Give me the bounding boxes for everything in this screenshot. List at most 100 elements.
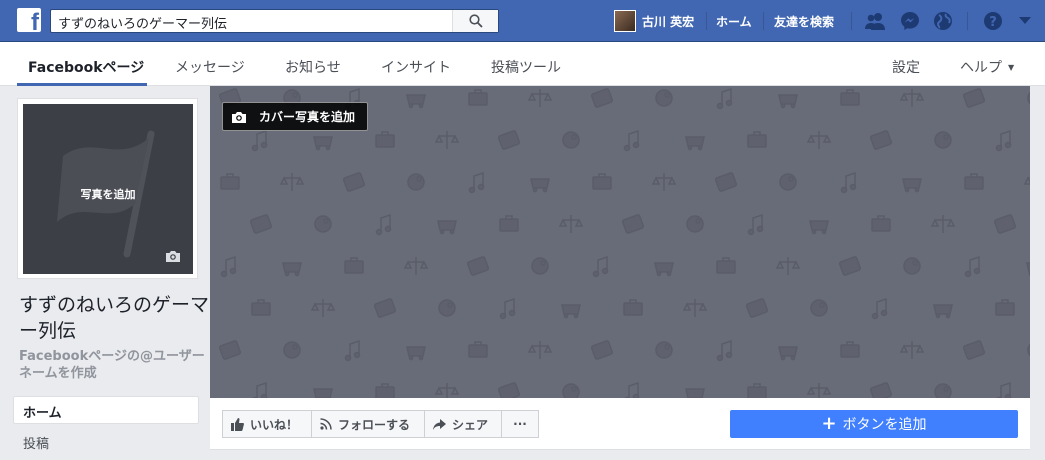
profile-link[interactable]: 古川 英宏 [614, 10, 694, 32]
cover-pattern-glyph [497, 130, 521, 150]
cover-pattern-glyph [527, 89, 553, 107]
caret-down-icon: ▼ [1008, 63, 1015, 72]
cover-pattern-glyph [747, 383, 767, 398]
cover-pattern-glyph [530, 178, 550, 193]
home-link[interactable]: ホーム [716, 13, 752, 30]
cover-pattern-glyph [934, 383, 952, 398]
search-icon [468, 14, 483, 28]
cover-pattern-glyph [438, 299, 456, 317]
cover-pattern-glyph [562, 383, 580, 398]
cover-pattern-glyph [716, 87, 733, 110]
cover-pattern-glyph [686, 215, 704, 233]
share-label: シェア [452, 417, 489, 432]
help-icon[interactable]: ? [982, 10, 1004, 32]
cover-pattern-glyph [899, 89, 925, 107]
cover-pattern-glyph [310, 299, 336, 317]
divider [763, 12, 764, 30]
add-cover-photo-button[interactable]: カバー写真を追加 [222, 102, 369, 131]
cover-pattern-glyph [993, 214, 1017, 234]
cover-pattern-glyph [1023, 176, 1030, 185]
follow-button[interactable]: フォローする [311, 410, 425, 438]
add-button-cta[interactable]: + ボタンを追加 [730, 410, 1018, 438]
like-button[interactable]: いいね！ [222, 410, 312, 438]
cover-pattern-glyph [995, 299, 1015, 316]
cover-pattern-glyph [747, 131, 767, 148]
sidebar-item-label: ホーム [23, 406, 62, 421]
cover-pattern-glyph [962, 340, 986, 360]
cover-pattern-glyph [468, 171, 485, 194]
page-navigation: Facebookページ メッセージ お知らせ インサイト 投稿ツール 設定 ヘル… [0, 42, 1045, 86]
tab-facebook-page[interactable]: Facebookページ [28, 57, 144, 77]
create-username-link[interactable]: Facebookページの@ユーザーネームを作成 [19, 348, 209, 382]
cover-pattern-glyph [590, 340, 614, 360]
cover-pattern-glyph [1026, 262, 1030, 277]
account-menu-icon[interactable] [1014, 10, 1036, 32]
active-tab-indicator [17, 83, 147, 86]
cover-pattern-glyph [434, 131, 460, 149]
more-options-button[interactable]: ··· [501, 410, 539, 438]
cover-pattern-glyph [809, 220, 829, 235]
add-button-label: ボタンを追加 [842, 417, 927, 433]
rss-icon [320, 418, 332, 430]
cover-pattern-glyph [716, 339, 733, 362]
facebook-logo-icon[interactable]: f [17, 8, 41, 32]
tab-messages[interactable]: メッセージ [175, 57, 245, 77]
cover-pattern-glyph [655, 89, 673, 107]
globe-icon[interactable] [932, 10, 954, 32]
tab-notifications[interactable]: お知らせ [285, 57, 341, 77]
cover-pattern-glyph [655, 341, 673, 359]
cover-pattern-glyph [775, 257, 801, 275]
cover-pattern-glyph [903, 257, 921, 275]
cover-pattern-glyph [902, 178, 922, 193]
cover-pattern-glyph [468, 89, 488, 106]
add-profile-photo-label[interactable]: 写真を追加 [23, 186, 193, 202]
cover-pattern-glyph [1027, 343, 1030, 357]
friend-requests-icon[interactable] [864, 10, 886, 32]
sidebar-item-posts[interactable]: 投稿 [23, 433, 49, 452]
find-friends-link[interactable]: 友達を検索 [774, 13, 834, 30]
cover-pattern-glyph [714, 172, 738, 192]
search-input[interactable]: すずのねいろのゲーマー列伝 [50, 9, 499, 33]
cover-pattern-glyph [871, 215, 891, 232]
user-name[interactable]: 古川 英宏 [642, 13, 694, 30]
divider [851, 12, 852, 30]
camera-icon[interactable] [165, 250, 181, 262]
cover-pattern-glyph [344, 339, 361, 362]
cover-pattern-glyph [871, 297, 888, 320]
top-navigation-bar: f すずのねいろのゲーマー列伝 古川 英宏 ホーム 友達を検索 ? [0, 0, 1045, 42]
share-button[interactable]: シェア [424, 410, 502, 438]
cover-pattern-glyph [778, 94, 798, 109]
cover-pattern-glyph [654, 262, 674, 277]
cover-pattern-glyph [406, 346, 426, 361]
cover-pattern-glyph [499, 215, 519, 232]
help-menu[interactable]: ヘルプ ▼ [960, 57, 1014, 77]
tab-settings[interactable]: 設定 [892, 57, 920, 77]
messenger-icon[interactable] [899, 10, 921, 32]
sidebar-item-home[interactable]: ホーム [13, 396, 199, 424]
search-input-value[interactable]: すずのねいろのゲーマー列伝 [58, 13, 227, 32]
cover-pattern-glyph [623, 299, 643, 316]
cover-pattern-glyph [840, 341, 860, 358]
cover-pattern-glyph [869, 130, 893, 150]
like-label: いいね！ [250, 417, 299, 432]
cover-pattern-glyph [375, 383, 395, 398]
cover-pattern-glyph [249, 214, 273, 234]
divider [706, 12, 707, 30]
tab-publishing-tools[interactable]: 投稿ツール [491, 57, 561, 77]
profile-picture[interactable]: 写真を追加 [23, 104, 193, 274]
cover-pattern-glyph [562, 131, 580, 149]
search-button[interactable] [452, 10, 498, 32]
cover-pattern-glyph [806, 131, 832, 149]
cover-pattern-glyph [344, 257, 364, 274]
share-arrow-icon [433, 418, 446, 430]
add-cover-photo-label: カバー写真を追加 [259, 110, 356, 124]
page-action-bar: いいね！ フォローする シェア ··· + ボタンを追加 [210, 398, 1030, 450]
tab-insights[interactable]: インサイト [381, 57, 451, 77]
cover-pattern-glyph [964, 173, 984, 190]
cover-pattern-glyph [220, 255, 237, 278]
cover-pattern-glyph [279, 173, 305, 191]
cover-pattern-glyph [590, 88, 614, 108]
avatar[interactable] [614, 10, 636, 32]
cover-pattern-glyph [995, 129, 1012, 152]
cover-pattern [218, 87, 1030, 398]
